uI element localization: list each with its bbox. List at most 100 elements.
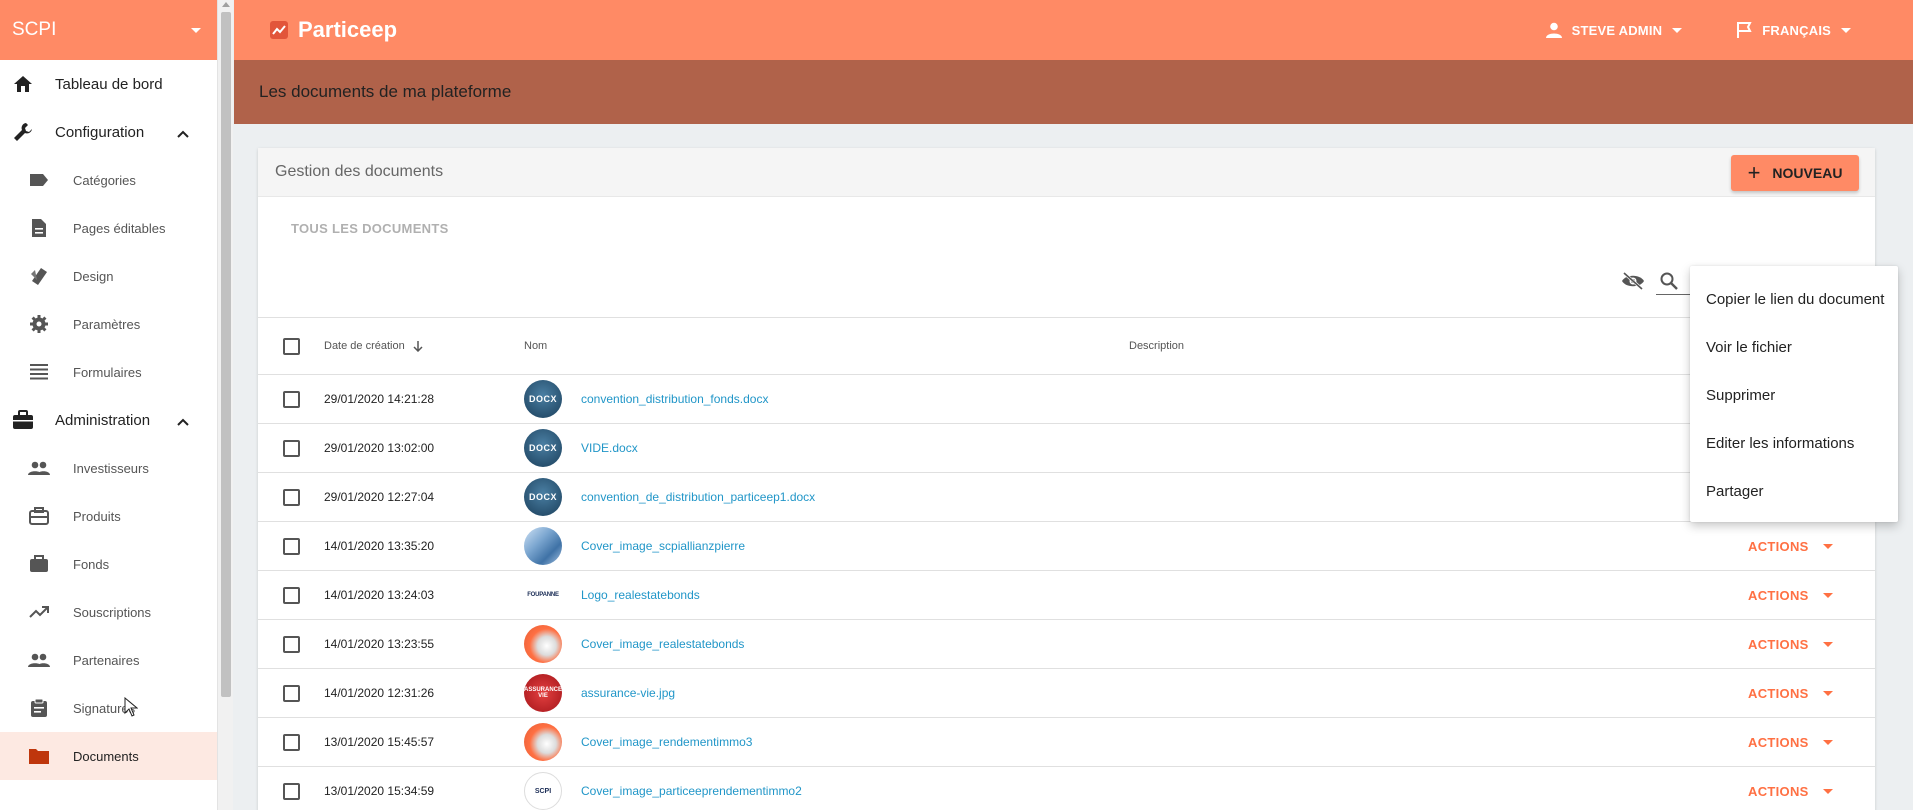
sidebar-item-label: Partenaires [73,652,140,668]
row-checkbox[interactable] [283,488,300,506]
table-row[interactable]: 29/01/2020 12:27:04 DOCX convention_de_dis… [258,473,1875,522]
table-row[interactable]: 13/01/2020 15:34:59 SCPI Cover_image_parti… [258,767,1875,810]
actions-button[interactable]: ACTIONS [1748,784,1833,799]
chevron-down-icon [1841,27,1851,33]
chevron-down-icon [1822,690,1833,696]
row-checkbox[interactable] [283,390,300,408]
sidebar-item-forms[interactable]: Formulaires [0,348,217,396]
actions-button[interactable]: ACTIONS [1748,686,1833,701]
sidebar-item-subscriptions[interactable]: Souscriptions [0,588,217,636]
row-checkbox[interactable] [283,537,300,555]
label-icon [28,169,50,191]
table-row[interactable]: 13/01/2020 15:45:57 Cover_image_rendement… [258,718,1875,767]
column-header-description[interactable]: Description [1129,340,1184,352]
menu-item-delete[interactable]: Supprimer [1690,371,1898,419]
menu-item-share[interactable]: Partager [1690,467,1898,515]
sidebar-item-label: Souscriptions [73,604,152,620]
sidebar-item-categories[interactable]: Catégories [0,156,217,204]
row-checkbox[interactable] [283,782,300,800]
file-name-link[interactable]: Cover_image_rendementimmo3 [581,735,752,749]
scrollbar-thumb[interactable] [221,12,231,697]
sort-arrow-down-icon [413,341,423,352]
actions-button[interactable]: ACTIONS [1748,588,1833,603]
menu-item-copy-link[interactable]: Copier le lien du document [1690,275,1898,323]
table-row[interactable]: 14/01/2020 12:31:26 ASSURANCE VIE assuranc… [258,669,1875,718]
sidebar-item-design[interactable]: Design [0,252,217,300]
search-icon[interactable] [1659,271,1679,296]
user-menu-button[interactable]: STEVE ADMIN [1545,22,1683,38]
actions-button[interactable]: ACTIONS [1748,637,1833,652]
sidebar-item-label: Configuration [55,123,145,141]
file-name-link[interactable]: assurance-vie.jpg [581,686,675,700]
wrench-icon [12,121,34,143]
actions-label: ACTIONS [1748,734,1809,750]
tab-all-documents[interactable]: TOUS LES DOCUMENTS [258,197,1875,267]
row-checkbox[interactable] [283,439,300,457]
row-checkbox[interactable] [283,733,300,751]
chevron-down-icon [191,27,201,33]
list-icon [28,361,50,383]
file-name-link[interactable]: convention_distribution_fonds.docx [581,392,768,406]
select-all-checkbox[interactable] [283,337,300,355]
new-document-button[interactable]: + NOUVEAU [1731,155,1859,191]
thumbnail-text: DOCX [528,492,557,502]
top-bar: Particeep STEVE ADMIN FRANÇAIS [234,0,1913,60]
actions-button[interactable]: ACTIONS [1748,539,1833,554]
sidebar-item-dashboard[interactable]: Tableau de bord [0,60,217,108]
file-name-link[interactable]: Cover_image_particeeprendementimmo2 [581,784,802,798]
sidebar-item-funds[interactable]: Fonds [0,540,217,588]
brand-logo[interactable]: Particeep [270,17,397,43]
scroll-up-arrow-icon[interactable] [222,2,230,7]
file-name-link[interactable]: convention_de_distribution_particeep1.do… [581,490,815,504]
sidebar-item-settings[interactable]: Paramètres [0,300,217,348]
site-selector[interactable]: SCPI [0,0,217,60]
file-name-link[interactable]: Cover_image_realestatebonds [581,637,744,651]
table-row[interactable]: 29/01/2020 13:02:00 DOCX VIDE.docx [258,424,1875,473]
table-row[interactable]: 14/01/2020 13:35:20 Cover_image_scpiallia… [258,522,1875,571]
file-thumbnail: FOUPANNE [524,576,562,614]
file-name-link[interactable]: Logo_realestatebonds [581,588,700,602]
sidebar-item-label: Fonds [73,556,110,572]
page-title-banner: Les documents de ma plateforme [234,60,1913,124]
table-row[interactable]: 14/01/2020 13:24:03 FOUPANNE Logo_realesta… [258,571,1875,620]
file-thumbnail: ASSURANCE VIE [524,674,562,712]
sidebar-item-editable-pages[interactable]: Pages éditables [0,204,217,252]
clipboard-icon [28,697,50,719]
row-checkbox[interactable] [283,635,300,653]
case-icon [28,505,50,527]
chevron-down-icon [1822,543,1833,549]
sidebar-item-label: Investisseurs [73,460,149,476]
actions-button[interactable]: ACTIONS [1748,735,1833,750]
row-checkbox[interactable] [283,586,300,604]
menu-item-view-file[interactable]: Voir le fichier [1690,323,1898,371]
sidebar-item-investors[interactable]: Investisseurs [0,444,217,492]
thumbnail-text: DOCX [528,443,557,453]
column-header-date[interactable]: Date de création [324,340,423,352]
top-right-controls: STEVE ADMIN FRANÇAIS [1492,21,1851,39]
row-date: 14/01/2020 13:23:55 [324,637,435,651]
file-thumbnail: DOCX [524,380,562,418]
menu-item-edit-info[interactable]: Editer les informations [1690,419,1898,467]
file-name-link[interactable]: Cover_image_scpiallianzpierre [581,539,745,553]
row-date: 13/01/2020 15:34:59 [324,784,435,798]
language-label: FRANÇAIS [1762,22,1831,38]
sidebar-item-signatures[interactable]: Signatures [0,684,217,732]
sidebar-item-partners[interactable]: Partenaires [0,636,217,684]
row-checkbox[interactable] [283,684,300,702]
file-name-link[interactable]: VIDE.docx [581,441,638,455]
language-menu-button[interactable]: FRANÇAIS [1736,21,1851,39]
sidebar-item-administration[interactable]: Administration [0,396,217,444]
sidebar-item-label: Documents [73,748,139,764]
sidebar-item-documents[interactable]: Documents [0,732,217,780]
sidebar-item-configuration[interactable]: Configuration [0,108,217,156]
sidebar-item-products[interactable]: Produits [0,492,217,540]
sidebar-scrollbar[interactable] [217,0,233,810]
table-row[interactable]: 14/01/2020 13:23:55 Cover_image_realestat… [258,620,1875,669]
file-thumbnail: DOCX [524,478,562,516]
file-thumbnail [524,723,562,761]
page-title: Les documents de ma plateforme [259,82,512,101]
visibility-off-icon[interactable] [1621,271,1645,296]
table-row[interactable]: 29/01/2020 14:21:28 DOCX convention_distri… [258,375,1875,424]
search-input[interactable] [1656,294,1690,295]
column-header-name[interactable]: Nom [524,340,547,352]
